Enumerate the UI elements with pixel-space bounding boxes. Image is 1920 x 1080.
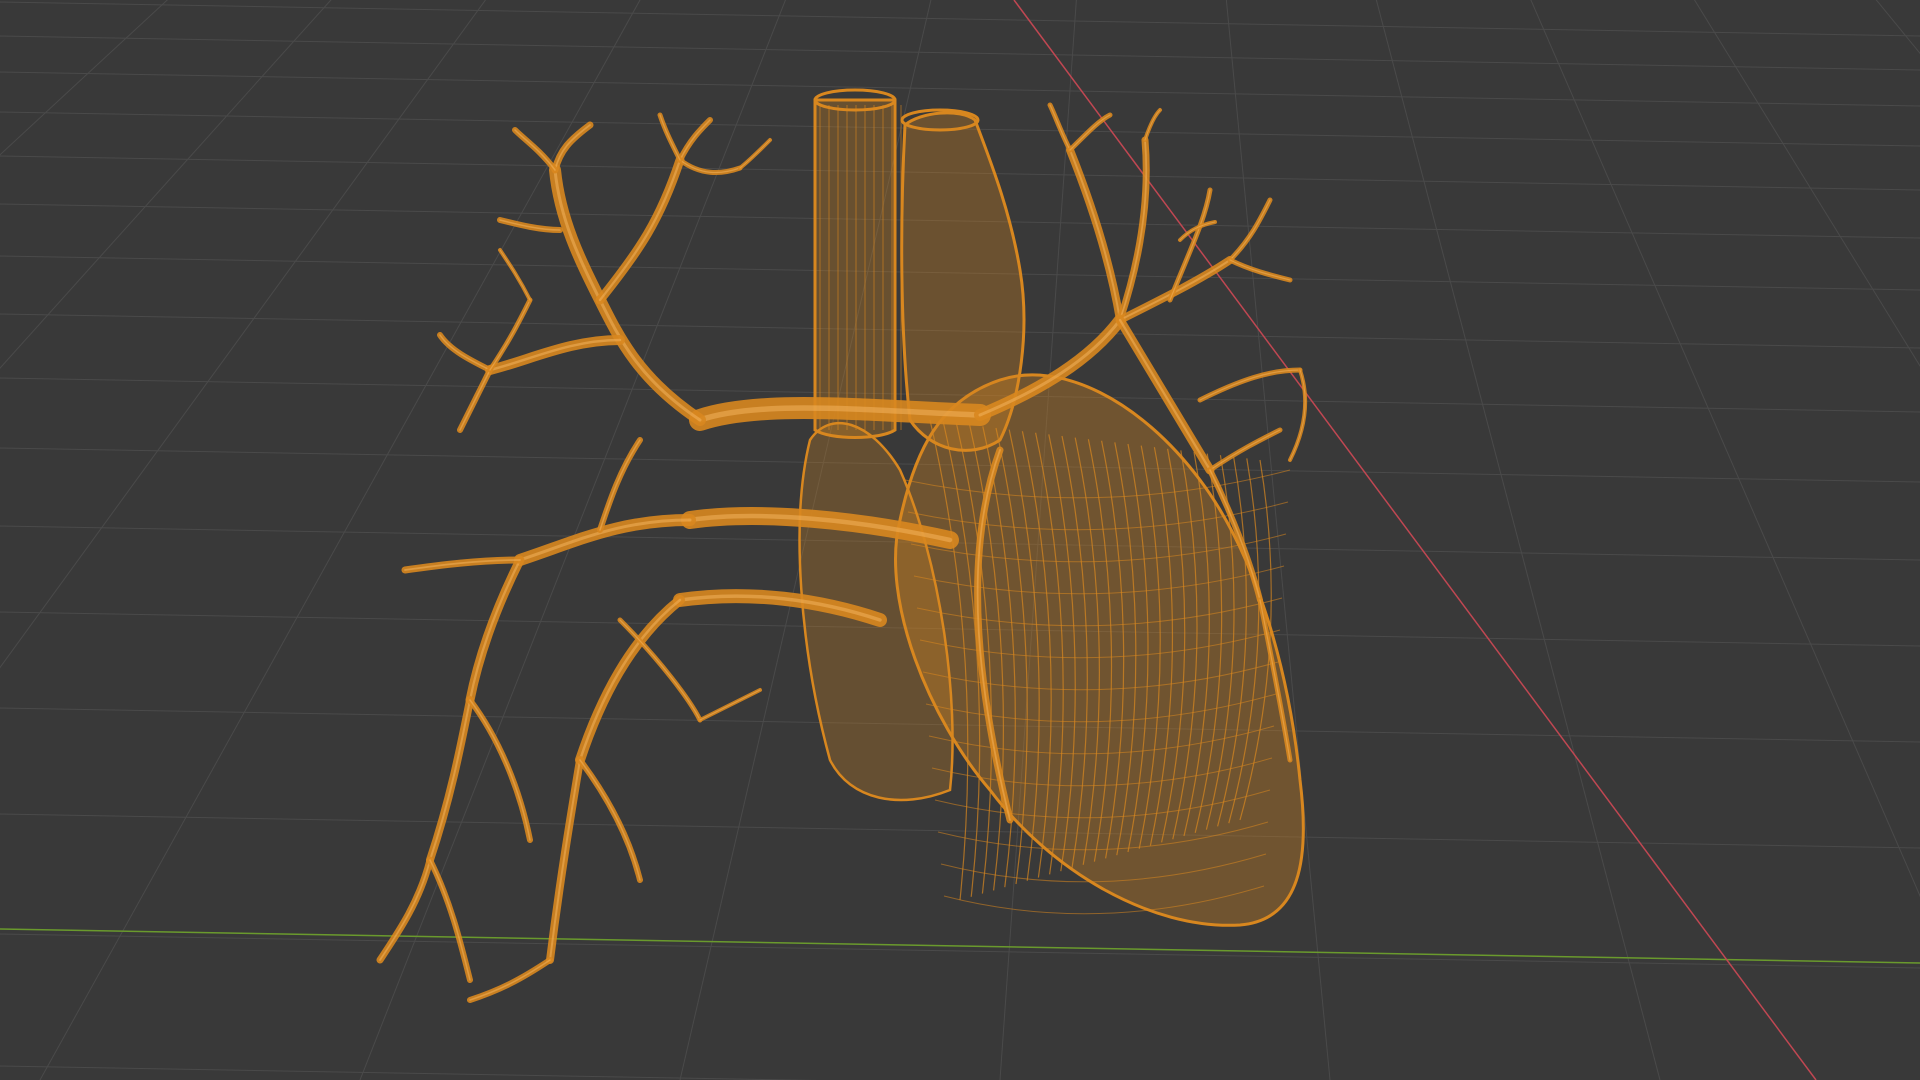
branch [617,617,703,723]
branch [467,697,533,843]
grid-row-line [0,1065,819,1080]
3d-viewport[interactable] [0,0,1920,1080]
y-axis-line [0,928,1920,964]
branch [426,696,474,864]
heart-wireframe-mesh[interactable] [376,88,1308,1003]
branch [376,856,434,964]
branch [1227,257,1293,283]
grid-row-line [0,35,1920,71]
branch [1143,108,1162,142]
grid-row-line [0,1,1920,37]
branch [1197,367,1303,403]
left-pulmonary-branch-highlight [553,168,702,422]
branch [597,437,643,533]
branch-highlight [699,689,761,721]
viewport-canvas[interactable] [0,0,1920,1080]
branch [677,117,713,163]
branch-highlight [579,759,641,881]
branch [577,757,643,883]
grid-row-line [0,71,1920,107]
branch [465,555,525,705]
branch-highlight [469,699,531,841]
branch [437,332,493,373]
left-pulmonary-branch [549,164,706,426]
branch [514,514,696,566]
grid-row-line [0,933,1920,969]
branch [427,857,473,983]
branch-highlight [459,369,491,431]
branch [595,155,685,305]
branch-highlight [549,759,581,961]
branch-highlight [739,139,771,169]
branch [1288,368,1308,462]
branch-highlight [1119,139,1148,321]
branch [551,121,594,174]
branch [467,957,553,1003]
